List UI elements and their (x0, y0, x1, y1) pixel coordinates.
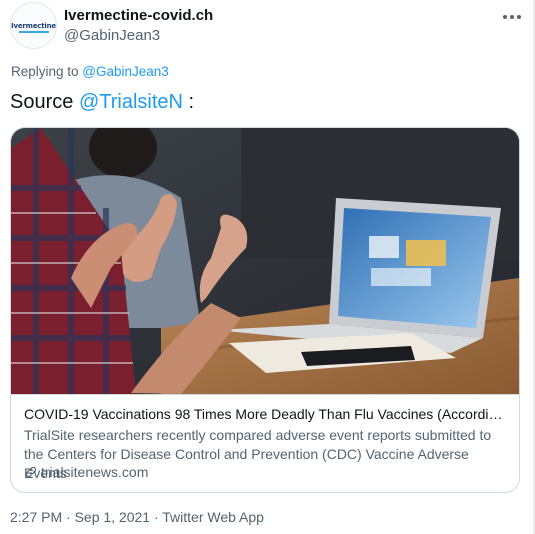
more-horizontal-icon[interactable] (500, 8, 524, 26)
replying-prefix: Replying to (11, 64, 83, 79)
avatar-logo-text: Ivermectine (11, 22, 56, 30)
tweet-text: Source @TrialsiteN : (10, 91, 194, 114)
avatar[interactable]: Ivermectine (10, 2, 57, 49)
link-icon (25, 466, 37, 478)
tweet-text-after: : (182, 91, 195, 113)
replying-to-link[interactable]: @GabinJean3 (82, 64, 169, 79)
link-card[interactable]: COVID-19 Vaccinations 98 Times More Dead… (10, 127, 520, 493)
card-divider (11, 394, 519, 395)
display-name[interactable]: Ivermectine-covid.ch (64, 7, 213, 24)
user-handle[interactable]: @GabinJean3 (64, 27, 160, 44)
card-domain-text: trialsitenews.com (41, 464, 149, 480)
card-image[interactable] (11, 128, 519, 394)
card-title[interactable]: COVID-19 Vaccinations 98 Times More Dead… (24, 406, 506, 422)
replying-to: Replying to @GabinJean3 (11, 64, 169, 79)
card-domain[interactable]: trialsitenews.com (24, 464, 148, 480)
tweet-timestamp[interactable]: 2:27 PM · Sep 1, 2021 · Twitter Web App (10, 509, 264, 525)
avatar-logo-bar (19, 31, 49, 33)
tweet-text-before: Source (10, 91, 79, 113)
mention-link[interactable]: @TrialsiteN (79, 91, 183, 113)
